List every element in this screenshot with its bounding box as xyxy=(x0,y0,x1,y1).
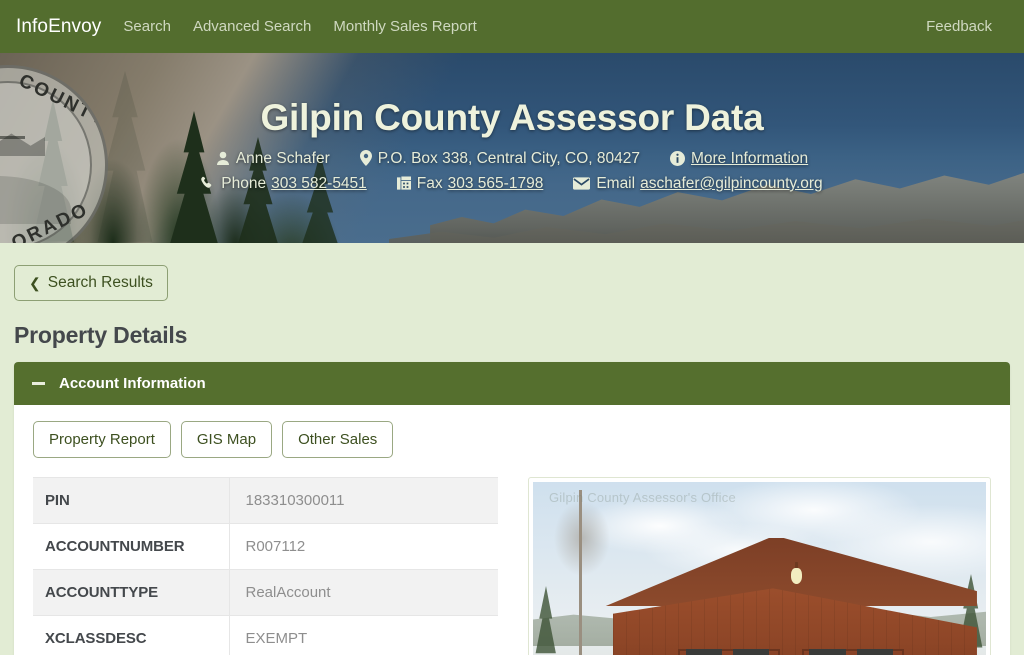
other-sales-button[interactable]: Other Sales xyxy=(282,421,394,458)
nav-right-group: Feedback xyxy=(926,18,1008,36)
nav-link-advanced-search[interactable]: Advanced Search xyxy=(193,18,311,35)
row-key: ACCOUNTNUMBER xyxy=(45,538,185,555)
nav-links: Search Advanced Search Monthly Sales Rep… xyxy=(123,18,476,35)
property-photo-frame[interactable]: Gilpin County Assessor's Office xyxy=(528,477,991,655)
photo-window xyxy=(809,648,846,655)
account-information-panel-body: Property Report GIS Map Other Sales PIN … xyxy=(14,405,1010,655)
brand-logo[interactable]: InfoEnvoy xyxy=(16,16,101,38)
phone-number-link[interactable]: 303 582-5451 xyxy=(271,171,367,196)
hero-content: Gilpin County Assessor Data Anne Schafer… xyxy=(0,53,1024,196)
page-title: Property Details xyxy=(14,322,188,348)
photo-watermark: Gilpin County Assessor's Office xyxy=(549,490,736,505)
row-key: ACCOUNTTYPE xyxy=(45,584,159,601)
fax-item: Fax 303 565-1798 xyxy=(396,171,544,196)
chevron-left-icon: ❮ xyxy=(29,275,41,291)
photo-hanging-lamp xyxy=(791,567,803,584)
photo-barn-building xyxy=(605,538,977,655)
row-value: RealAccount xyxy=(228,569,498,616)
property-report-button[interactable]: Property Report xyxy=(33,421,171,458)
row-value: R007112 xyxy=(228,523,498,570)
main-content: ❮ Search Results Property Details Accoun… xyxy=(0,243,1024,655)
row-value: 183310300011 xyxy=(228,477,498,524)
photo-window xyxy=(733,648,770,655)
hero-contact-row-2: Phone 303 582-5451 Fax 303 565-1798 Emai… xyxy=(0,171,1024,196)
gis-map-button[interactable]: GIS Map xyxy=(180,421,273,458)
fax-icon xyxy=(396,176,411,191)
top-navbar: InfoEnvoy Search Advanced Search Monthly… xyxy=(0,0,1024,53)
row-value: EXEMPT xyxy=(228,615,498,655)
more-information-item: More Information xyxy=(669,146,808,171)
table-row: XCLASSDESC EXEMPT xyxy=(33,615,498,655)
fax-number-link[interactable]: 303 565-1798 xyxy=(448,171,544,196)
row-key: XCLASSDESC xyxy=(45,630,147,647)
hero-banner: COUNTY ORADO Gilpin County Assessor Data… xyxy=(0,53,1024,243)
nav-link-search[interactable]: Search xyxy=(123,18,171,35)
assessor-name-item: Anne Schafer xyxy=(216,146,330,171)
address-item: P.O. Box 338, Central City, CO, 80427 xyxy=(359,146,640,171)
account-information-panel: Account Information Property Report GIS … xyxy=(14,362,1010,655)
page-heading: Gilpin County Assessor Data xyxy=(260,97,764,138)
info-circle-icon xyxy=(669,150,685,166)
email-label: Email xyxy=(596,174,636,192)
envelope-icon xyxy=(573,177,591,190)
email-address-link[interactable]: aschafer@gilpincounty.org xyxy=(640,171,823,196)
search-results-back-button[interactable]: ❮ Search Results xyxy=(14,265,168,301)
phone-icon xyxy=(201,176,215,191)
fax-label: Fax xyxy=(416,174,443,192)
attributes-column: PIN 183310300011 ACCOUNTNUMBER R007112 A… xyxy=(33,477,498,655)
account-information-title: Account Information xyxy=(59,375,206,392)
phone-item: Phone 303 582-5451 xyxy=(201,171,367,196)
table-row: PIN 183310300011 xyxy=(33,477,498,524)
photo-column: Gilpin County Assessor's Office xyxy=(528,477,991,655)
email-item: Email aschafer@gilpincounty.org xyxy=(573,171,823,196)
action-button-group: Property Report GIS Map Other Sales xyxy=(33,421,991,458)
row-key: PIN xyxy=(45,492,70,509)
table-row: ACCOUNTNUMBER R007112 xyxy=(33,523,498,570)
hero-contact-row-1: Anne Schafer P.O. Box 338, Central City,… xyxy=(0,146,1024,171)
nav-link-feedback[interactable]: Feedback xyxy=(926,18,992,35)
assessor-name: Anne Schafer xyxy=(235,149,330,167)
collapse-minus-icon[interactable] xyxy=(32,382,45,385)
more-information-link[interactable]: More Information xyxy=(691,146,808,171)
photo-bare-tree xyxy=(542,490,623,655)
map-pin-icon xyxy=(359,150,372,167)
property-photo: Gilpin County Assessor's Office xyxy=(533,482,986,655)
account-attributes-table: PIN 183310300011 ACCOUNTNUMBER R007112 A… xyxy=(33,477,498,655)
person-icon xyxy=(216,151,230,166)
search-results-back-label: Search Results xyxy=(47,274,153,291)
photo-window xyxy=(856,648,894,655)
table-row: ACCOUNTTYPE RealAccount xyxy=(33,569,498,616)
photo-window xyxy=(685,648,723,655)
nav-link-monthly-sales-report[interactable]: Monthly Sales Report xyxy=(333,18,476,35)
phone-label: Phone xyxy=(221,174,267,192)
details-columns: PIN 183310300011 ACCOUNTNUMBER R007112 A… xyxy=(33,477,991,655)
account-information-panel-header[interactable]: Account Information xyxy=(14,362,1010,405)
assessor-address: P.O. Box 338, Central City, CO, 80427 xyxy=(377,149,640,167)
